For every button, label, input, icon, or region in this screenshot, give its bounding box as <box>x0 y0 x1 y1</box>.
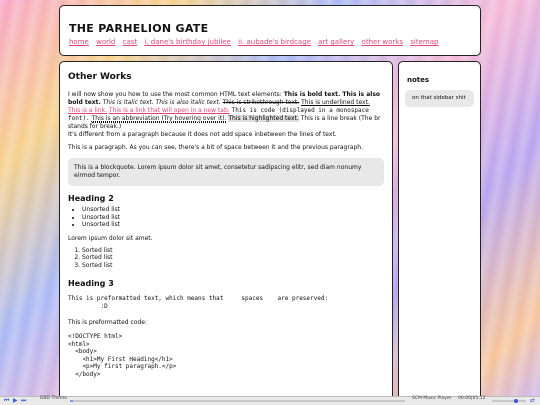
nav-link-home[interactable]: home <box>69 38 89 46</box>
unsorted-list: Unsorted list Unsorted list Unsorted lis… <box>68 206 384 229</box>
player-name: SCM Music Player <box>412 396 452 401</box>
line-break-text-2: It's different from a paragraph because … <box>68 131 337 138</box>
music-player-bar: ⏮ ▶ ⏭ DBD Theme SCM Music Player 00:00|0… <box>0 396 540 405</box>
underlined-text: This is underlined text. <box>301 99 370 106</box>
lead-text: I will now show you how to use the most … <box>68 91 284 98</box>
sidebar-heading: notes <box>407 76 430 84</box>
nav-link-sitemap[interactable]: sitemap <box>410 38 438 46</box>
main-content: Other Works I will now show you how to u… <box>59 61 393 401</box>
example-link-new-tab[interactable]: This is a link that will open in a new t… <box>109 107 230 114</box>
list-item: Sorted list <box>82 254 384 262</box>
nav-link-aubade-birdcage[interactable]: ii. aubade's birdcage <box>238 38 311 46</box>
track-time: 00:00|05:12 <box>458 396 486 401</box>
abbreviation-text[interactable]: This is an abbreviation (Try hovering ov… <box>91 115 227 123</box>
text-elements-paragraph: I will now show you how to use the most … <box>68 91 384 139</box>
example-link[interactable]: This is a link. <box>68 107 107 114</box>
previous-track-icon[interactable]: ⏮ <box>4 397 9 405</box>
paragraph: This is a paragraph. As you can see, the… <box>68 144 363 151</box>
playlist-icon[interactable]: ⇄ <box>530 397 535 404</box>
heading-3: Heading 3 <box>68 279 114 288</box>
list-item: Unsorted list <box>82 206 384 214</box>
sorted-list: Sorted list Sorted list Sorted list <box>68 247 384 270</box>
volume-slider[interactable] <box>492 399 526 403</box>
sidebar-note: on that sidebar shit <box>405 90 474 107</box>
nav-link-art-gallery[interactable]: art gallery <box>318 38 354 46</box>
list-item: Unsorted list <box>82 214 384 222</box>
next-track-icon[interactable]: ⏭ <box>21 397 26 405</box>
site-header: THE PARHELION GATE home world cast i. da… <box>59 5 481 56</box>
list-item: Sorted list <box>82 247 384 255</box>
preformatted-code-label: This is preformatted code: <box>68 319 147 326</box>
nav-link-dane-birthday[interactable]: i. dane's birthday jubilee <box>144 38 231 46</box>
list-item: Unsorted list <box>82 221 384 229</box>
preformatted-text: This is preformatted text, which means t… <box>68 295 329 310</box>
lorem-paragraph: Lorem ipsum dolor sit amet. <box>68 234 153 242</box>
nav-link-other-works[interactable]: other works <box>362 38 403 46</box>
nav-link-cast[interactable]: cast <box>123 38 138 46</box>
volume-knob[interactable] <box>513 399 518 403</box>
track-progress-fill <box>70 400 74 402</box>
site-title: THE PARHELION GATE <box>69 22 209 35</box>
track-progress-bar[interactable] <box>70 400 405 402</box>
site-nav: home world cast i. dane's birthday jubil… <box>69 38 471 46</box>
list-item: Sorted list <box>82 262 384 270</box>
blockquote: This is a blockquote. Lorem ipsum dolor … <box>68 158 384 186</box>
heading-2: Heading 2 <box>68 194 114 203</box>
preformatted-code: <!DOCTYPE html> <html> <body> <h1>My Fir… <box>68 333 177 378</box>
track-title: DBD Theme <box>40 396 67 401</box>
sidebar: notes on that sidebar shit <box>398 61 481 401</box>
strikethrough-text: This is strikethrough text. <box>222 99 300 106</box>
italic-text: This is italic text. This is also italic… <box>102 99 221 106</box>
nav-link-world[interactable]: world <box>96 38 115 46</box>
play-icon[interactable]: ▶ <box>13 397 18 404</box>
highlighted-text: This is highlighted text. <box>228 115 299 122</box>
page-title: Other Works <box>68 72 132 82</box>
